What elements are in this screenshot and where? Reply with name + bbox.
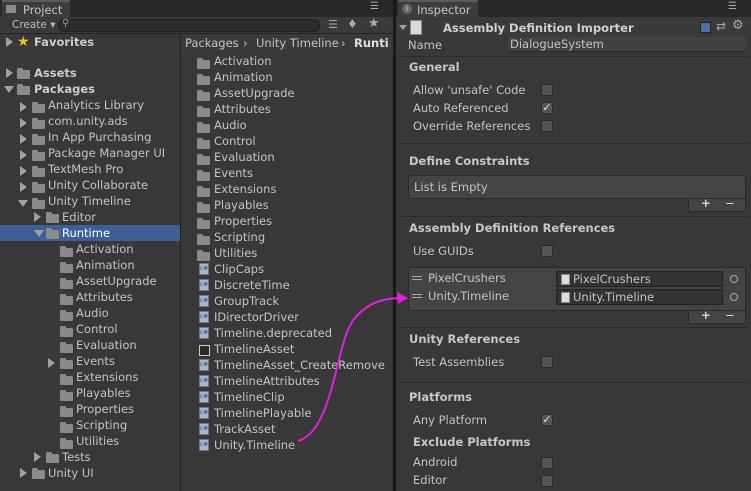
annotation-arrowhead <box>397 292 408 304</box>
annotation-arrow <box>297 292 408 442</box>
annotation-arrow-curve <box>297 297 405 442</box>
